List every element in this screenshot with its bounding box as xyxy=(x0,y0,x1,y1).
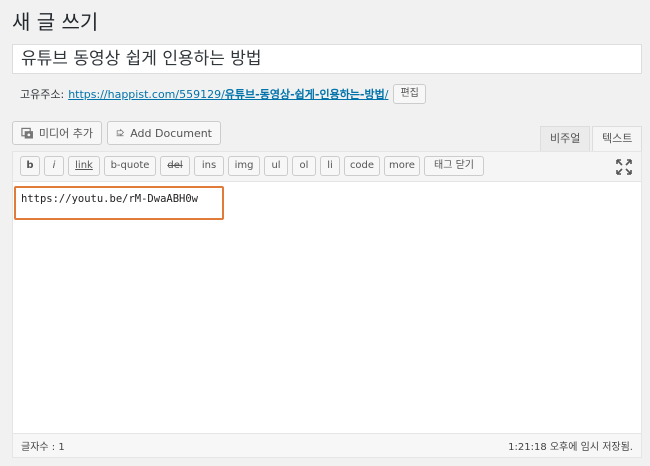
media-icon xyxy=(21,127,33,139)
qt-ol-button[interactable]: ol xyxy=(292,156,316,176)
qt-img-button[interactable]: img xyxy=(228,156,260,176)
qt-ins-button[interactable]: ins xyxy=(194,156,224,176)
qt-ul-button[interactable]: ul xyxy=(264,156,288,176)
add-media-button[interactable]: 미디어 추가 xyxy=(12,121,102,145)
status-bar: 글자수 : 1 1:21:18 오후에 임시 저장됨. xyxy=(13,433,641,457)
qt-link-button[interactable]: link xyxy=(68,156,100,176)
add-media-label: 미디어 추가 xyxy=(38,127,93,140)
qt-bold-button[interactable]: b xyxy=(20,156,40,176)
permalink-label: 고유주소: xyxy=(20,88,65,101)
permalink-row: 고유주소: https://happist.com/559129/유튜브-동영상… xyxy=(20,83,426,105)
content-textarea[interactable]: https://youtu.be/rM-DwaABH0w xyxy=(13,183,641,433)
permalink-edit-button[interactable]: 편집 xyxy=(393,84,426,104)
fullscreen-icon[interactable] xyxy=(615,158,633,176)
word-count: 글자수 : 1 xyxy=(21,442,65,453)
quicktags-toolbar: b i link b-quote del ins img ul ol li co… xyxy=(13,152,641,182)
post-title-input[interactable]: 유튜브 동영상 쉽게 인용하는 방법 xyxy=(12,44,642,74)
tab-text[interactable]: 텍스트 xyxy=(592,126,643,152)
qt-code-button[interactable]: code xyxy=(344,156,380,176)
permalink-url-trailing: / xyxy=(384,88,389,101)
qt-del-button[interactable]: del xyxy=(160,156,190,176)
tab-visual[interactable]: 비주얼 xyxy=(540,126,591,152)
document-icon xyxy=(116,128,125,137)
qt-italic-button[interactable]: i xyxy=(44,156,64,176)
qt-li-button[interactable]: li xyxy=(320,156,340,176)
content-text: https://youtu.be/rM-DwaABH0w xyxy=(21,193,199,205)
qt-close-tags-button[interactable]: 태그 닫기 xyxy=(424,156,484,176)
add-document-button[interactable]: Add Document xyxy=(107,121,221,145)
qt-bquote-button[interactable]: b-quote xyxy=(104,156,156,176)
add-document-label: Add Document xyxy=(130,126,212,140)
autosave-status: 1:21:18 오후에 임시 저장됨. xyxy=(508,442,633,453)
permalink-url-slug: 유튜브-동영상-쉽게-인용하는-방법 xyxy=(224,88,385,101)
page-title: 새 글 쓰기 xyxy=(12,10,99,34)
qt-more-button[interactable]: more xyxy=(384,156,420,176)
permalink-url-base: https://happist.com/559129/ xyxy=(68,88,225,101)
editor: b i link b-quote del ins img ul ol li co… xyxy=(12,151,642,458)
permalink-link[interactable]: https://happist.com/559129/유튜브-동영상-쉽게-인용… xyxy=(68,86,388,102)
